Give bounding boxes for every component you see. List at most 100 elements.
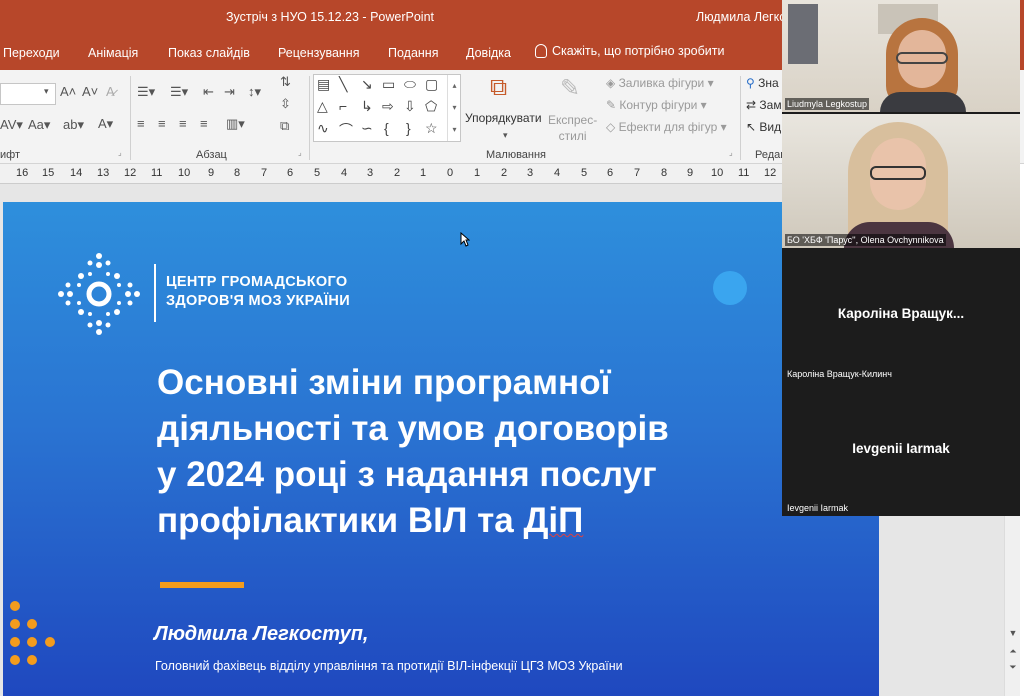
ruler-tick: 10 (178, 167, 191, 179)
down-arrow-shape-icon[interactable]: ⇩ (404, 98, 416, 115)
align-left-icon[interactable]: ≡ (137, 116, 145, 131)
rounded-rect-shape-icon[interactable]: ▢ (425, 76, 438, 93)
chevron-down-icon[interactable]: ▾ (503, 130, 508, 141)
oval-shape-icon[interactable]: ⬭ (404, 76, 416, 93)
numbering-icon[interactable]: ☰▾ (170, 84, 188, 100)
increase-indent-icon[interactable]: ⇥ (224, 84, 235, 100)
tab-help[interactable]: Довідка (466, 46, 511, 60)
background-object (788, 4, 818, 64)
participant-display-name: Кароліна Вращук... (837, 306, 965, 321)
participant-tile[interactable]: Liudmyla Legkostup (782, 0, 1020, 112)
tab-animations[interactable]: Анімація (88, 46, 138, 60)
chevron-down-icon[interactable]: ▾ (44, 86, 49, 97)
screen: Зустріч з НУО 15.12.23 - PowerPoint Людм… (0, 0, 1024, 696)
change-case-icon[interactable]: Aa▾ (28, 117, 50, 133)
quick-styles-icon[interactable]: ✎ (560, 74, 580, 103)
tab-review[interactable]: Рецензування (278, 46, 359, 60)
horizontal-ruler[interactable]: 16 15 14 13 12 11 10 9 8 7 6 5 4 3 2 1 0… (0, 164, 782, 184)
grow-font-icon[interactable]: A˄ (60, 84, 76, 99)
ruler-tick: 4 (341, 167, 348, 179)
ruler-tick: 1 (474, 167, 481, 179)
headline-line: у 2024 році з надання послуг (157, 455, 657, 494)
ruler-tick: 14 (70, 167, 83, 179)
smartart-icon[interactable]: ⧉ (280, 118, 289, 134)
elbow-arrow-icon[interactable]: ↳ (361, 98, 373, 115)
ruler-tick: 5 (581, 167, 588, 179)
decrease-indent-icon[interactable]: ⇤ (203, 84, 214, 100)
ruler-tick: 12 (764, 167, 777, 179)
textbox-shape-icon[interactable]: ▤ (317, 76, 330, 93)
align-right-icon[interactable]: ≡ (179, 116, 187, 131)
arc-shape-icon[interactable]: ⌒ (339, 120, 353, 140)
shape-fill-button[interactable]: ◈ Заливка фігури ▾ (606, 76, 714, 90)
arrange-button[interactable]: Упорядкувати (465, 111, 542, 125)
find-button[interactable]: ⚲ Зна (746, 76, 779, 90)
headline-line: профілактики ВІЛ та ДіП (157, 498, 777, 544)
flowchart-shape-icon[interactable]: ⬠ (425, 98, 437, 115)
ruler-tick: 12 (124, 167, 137, 179)
font-color-icon[interactable]: A▾ (98, 116, 113, 132)
headline-line: діяльності та умов договорів (157, 409, 669, 448)
right-arrow-shape-icon[interactable]: ⇨ (382, 98, 394, 115)
ruler-tick: 13 (97, 167, 110, 179)
next-slide-icon[interactable]: ⏷ (1006, 660, 1020, 674)
editing-group-label: Редаг (755, 149, 785, 161)
participant-body (880, 92, 966, 112)
mouse-cursor-icon (460, 232, 470, 247)
org-name: ЦЕНТР ГРОМАДСЬКОГО ЗДОРОВ'Я МОЗ УКРАЇНИ (166, 273, 350, 311)
clear-format-icon[interactable]: A̷ (106, 84, 115, 99)
line-shape-icon[interactable]: ╲ (339, 76, 347, 93)
triangle-shape-icon[interactable]: △ (317, 98, 328, 115)
rectangle-shape-icon[interactable]: ▭ (382, 76, 395, 93)
tab-transitions[interactable]: Переходи (3, 46, 60, 60)
window-title: Зустріч з НУО 15.12.23 - PowerPoint (226, 10, 434, 24)
text-direction-icon[interactable]: ⇅ (280, 74, 291, 90)
char-spacing-icon[interactable]: AV▾ (0, 117, 23, 133)
bullets-icon[interactable]: ☰▾ (137, 84, 155, 100)
tab-slideshow[interactable]: Показ слайдів (168, 46, 250, 60)
left-brace-shape-icon[interactable]: { (384, 120, 389, 136)
align-text-icon[interactable]: ⇳ (280, 96, 291, 112)
shapes-gallery[interactable]: ▤ ╲ ↘ ▭ ⬭ ▢ △ ⌐ ↳ ⇨ ⇩ ⬠ ∿ ⌒ ∽ { } ☆ ▴ ▾ ▾ (313, 74, 461, 142)
find-label: Зна (758, 76, 779, 90)
participant-tile[interactable]: Ievgenii Iarmak Ievgenii Iarmak (782, 384, 1020, 516)
quick-styles-button[interactable]: Експрес- стилі (548, 112, 597, 144)
scroll-down-icon[interactable]: ▼ (1006, 626, 1020, 640)
shape-effects-button[interactable]: ◇ Ефекти для фігур ▾ (606, 120, 727, 134)
replace-button[interactable]: ⇄ Зам (746, 98, 782, 112)
ruler-tick: 15 (42, 167, 55, 179)
select-button[interactable]: ↖ Вид (746, 120, 781, 134)
right-brace-shape-icon[interactable]: } (406, 120, 411, 136)
participant-tile[interactable]: Кароліна Вращук... Кароліна Вращук-Килин… (782, 250, 1020, 382)
slide-headline: Основні зміни програмної діяльності та у… (157, 360, 777, 544)
participant-tile[interactable]: БО 'ХБФ 'Парус'', Olena Ovchynnikova (782, 114, 1020, 248)
shape-effects-label: Ефекти для фігур (618, 120, 718, 134)
freeform-shape-icon[interactable]: ∿ (317, 120, 329, 137)
gallery-scroll[interactable]: ▴ ▾ ▾ (447, 75, 461, 141)
replace-label: Зам (759, 98, 782, 112)
elbow-connector-icon[interactable]: ⌐ (339, 98, 347, 114)
dialog-launcher-icon[interactable]: ⌟ (298, 148, 302, 157)
tell-me-search[interactable]: Скажіть, що потрібно зробити (535, 44, 725, 58)
star-shape-icon[interactable]: ☆ (425, 120, 438, 137)
ruler-tick: 8 (661, 167, 668, 179)
paragraph-group-label: Абзац (196, 149, 227, 161)
curve-shape-icon[interactable]: ∽ (361, 120, 373, 137)
shape-outline-button[interactable]: ✎ Контур фігури ▾ (606, 98, 707, 112)
justify-icon[interactable]: ≡ (200, 116, 208, 131)
align-center-icon[interactable]: ≡ (158, 116, 166, 131)
dialog-launcher-icon[interactable]: ⌟ (729, 148, 733, 157)
columns-icon[interactable]: ▥▾ (226, 116, 245, 132)
ruler-tick: 3 (527, 167, 534, 179)
shrink-font-icon[interactable]: A˅ (82, 84, 98, 99)
ruler-tick: 0 (447, 167, 454, 179)
dialog-launcher-icon[interactable]: ⌟ (118, 148, 122, 157)
ruler-tick: 4 (554, 167, 561, 179)
arrow-shape-icon[interactable]: ↘ (361, 76, 373, 93)
previous-slide-icon[interactable]: ⏶ (1006, 644, 1020, 658)
replace-icon: ⇄ (746, 98, 757, 112)
highlight-icon[interactable]: ab▾ (63, 117, 84, 133)
tab-view[interactable]: Подання (388, 46, 438, 60)
arrange-icon[interactable]: ⧉ (490, 74, 507, 102)
line-spacing-icon[interactable]: ↕▾ (248, 84, 261, 100)
